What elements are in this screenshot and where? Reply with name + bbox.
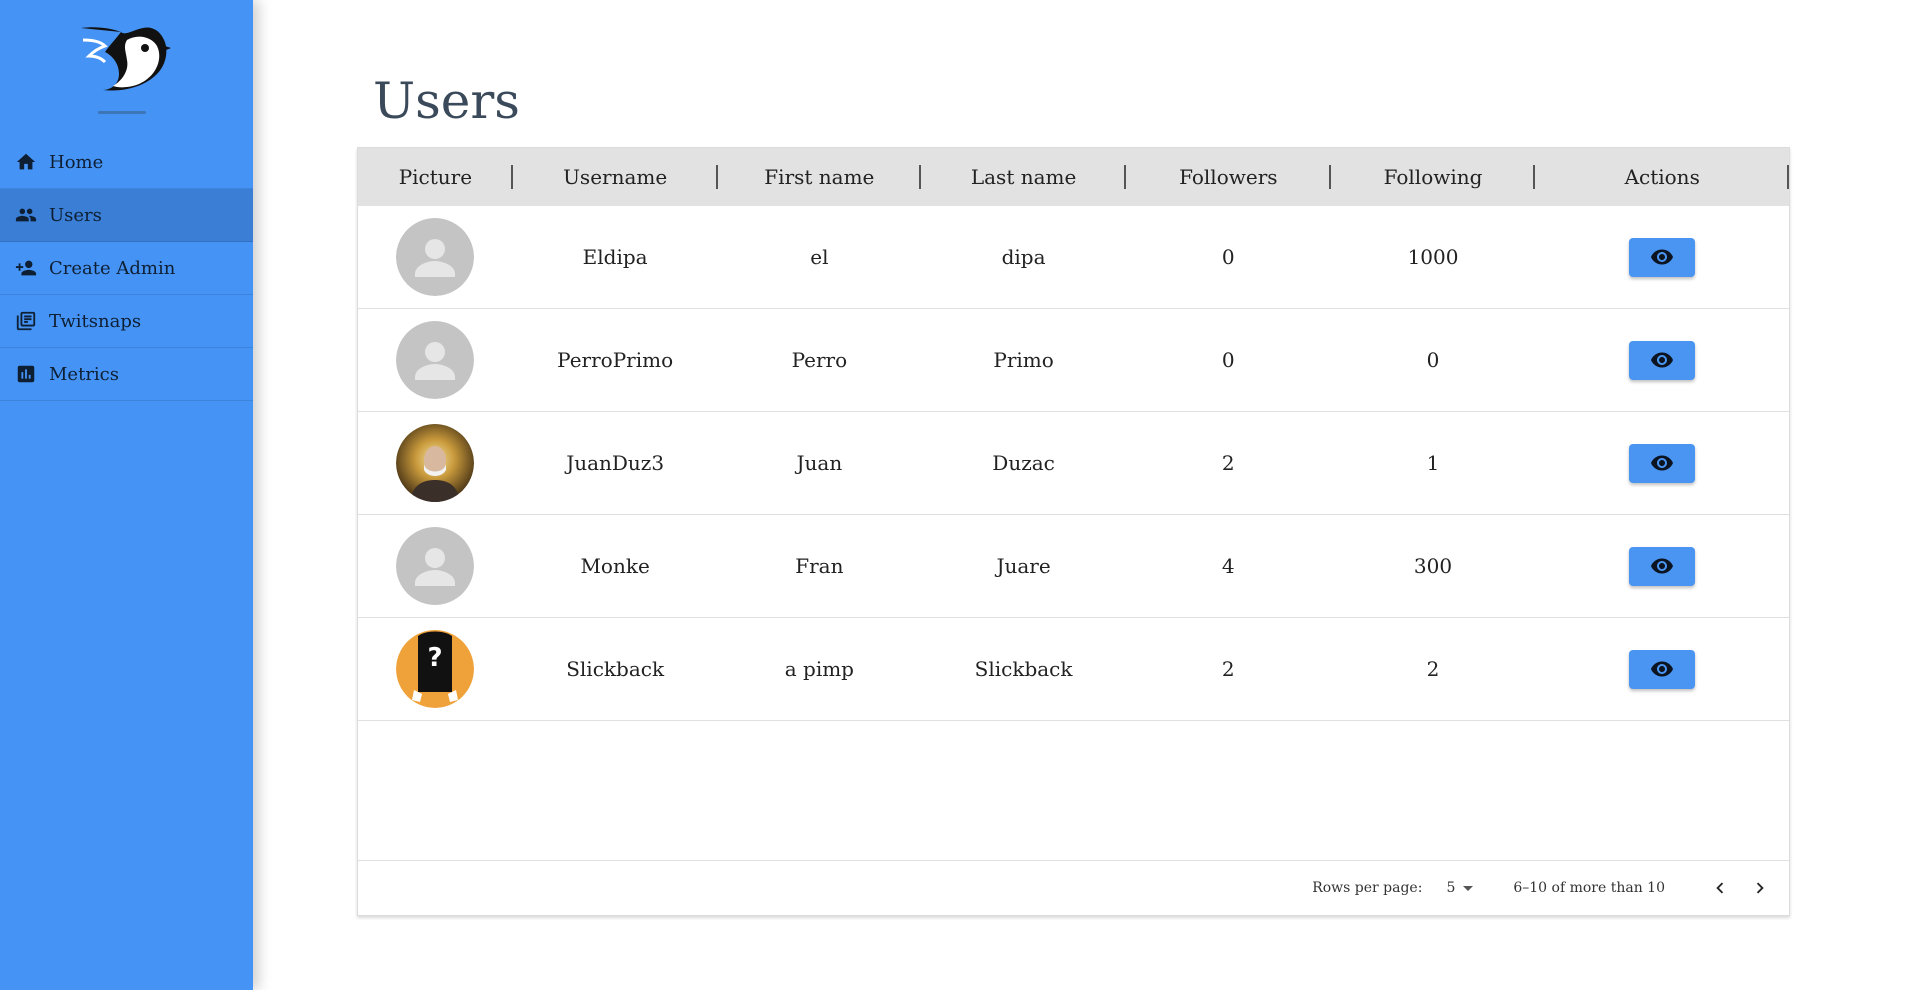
photo-avatar-icon	[396, 424, 475, 502]
followers-cell: 0	[1221, 348, 1235, 372]
first-name-cell: Perro	[791, 348, 848, 372]
first-name-cell: Juan	[796, 451, 843, 475]
first-name-cell: Fran	[795, 554, 844, 578]
rows-per-page-select[interactable]: 5	[1446, 880, 1474, 896]
sidebar-item-label: Twitsnaps	[49, 310, 142, 332]
pagination-range: 6–10 of more than 10	[1513, 880, 1665, 896]
rows-per-page-value: 5	[1446, 880, 1456, 896]
view-user-button[interactable]	[1629, 340, 1696, 380]
column-separator[interactable]	[1787, 165, 1790, 189]
sidebar-item-label: Home	[49, 151, 104, 173]
previous-page-button[interactable]	[1705, 873, 1735, 903]
default-avatar-icon	[396, 527, 475, 605]
following-cell: 0	[1426, 348, 1440, 372]
users-table: Picture Username First name Last name Fo…	[357, 147, 1790, 916]
default-avatar-icon	[396, 321, 475, 399]
page-title: Users	[373, 72, 520, 130]
next-page-button[interactable]	[1745, 873, 1775, 903]
dropdown-caret-icon	[1463, 885, 1474, 891]
column-header-following[interactable]: Following	[1331, 148, 1536, 206]
column-header-first-name[interactable]: First name	[718, 148, 922, 206]
column-header-actions[interactable]: Actions	[1535, 148, 1790, 206]
username-cell: PerroPrimo	[557, 348, 674, 372]
view-user-button[interactable]	[1629, 649, 1696, 689]
users-icon	[15, 204, 37, 226]
rows-per-page-label: Rows per page:	[1312, 880, 1423, 896]
following-cell: 300	[1413, 554, 1453, 578]
eye-icon	[1651, 661, 1674, 677]
home-icon	[15, 151, 37, 173]
svg-text:?: ?	[428, 643, 443, 673]
table-row[interactable]: JuanDuz3 Juan Duzac 2 1	[358, 412, 1789, 515]
view-user-button[interactable]	[1629, 546, 1696, 586]
twitsnaps-icon	[15, 310, 37, 332]
followers-cell: 2	[1221, 451, 1235, 475]
sidebar-item-create-admin[interactable]: Create Admin	[0, 242, 253, 295]
chevron-right-icon	[1756, 882, 1764, 894]
first-name-cell: a pimp	[784, 657, 854, 681]
following-cell: 2	[1426, 657, 1440, 681]
table-row[interactable]: Eldipa el dipa 0 1000	[358, 206, 1789, 309]
last-name-cell: Primo	[993, 348, 1054, 372]
sidebar-item-label: Users	[49, 204, 102, 226]
sidebar-item-label: Metrics	[49, 363, 119, 385]
sidebar-item-users[interactable]: Users	[0, 189, 253, 242]
following-cell: 1000	[1407, 245, 1459, 269]
eye-icon	[1651, 352, 1674, 368]
table-row[interactable]: PerroPrimo Perro Primo 0 0	[358, 309, 1789, 412]
sidebar-item-twitsnaps[interactable]: Twitsnaps	[0, 295, 253, 348]
eye-icon	[1651, 249, 1674, 265]
column-header-username[interactable]: Username	[513, 148, 718, 206]
eye-icon	[1651, 455, 1674, 471]
bird-logo-icon[interactable]	[75, 18, 173, 94]
followers-cell: 4	[1221, 554, 1235, 578]
view-user-button[interactable]	[1629, 443, 1696, 483]
last-name-cell: dipa	[1001, 245, 1046, 269]
first-name-cell: el	[810, 245, 829, 269]
logo-divider	[98, 111, 146, 114]
bar-chart-icon	[15, 363, 37, 385]
column-header-followers[interactable]: Followers	[1126, 148, 1331, 206]
last-name-cell: Juare	[996, 554, 1051, 578]
column-header-last-name[interactable]: Last name	[921, 148, 1126, 206]
sidebar-item-label: Create Admin	[49, 257, 176, 279]
table-pagination: Rows per page: 5 6–10 of more than 10	[358, 860, 1789, 915]
followers-cell: 0	[1221, 245, 1235, 269]
table-row[interactable]: Monke Fran Juare 4 300	[358, 515, 1789, 618]
sidebar-item-metrics[interactable]: Metrics	[0, 348, 253, 401]
table-row[interactable]: ? Slickback a pimp Slickback 2 2	[358, 618, 1789, 721]
last-name-cell: Duzac	[992, 451, 1055, 475]
view-user-button[interactable]	[1629, 237, 1696, 277]
eye-icon	[1651, 558, 1674, 574]
mystery-avatar-icon: ?	[396, 630, 475, 708]
username-cell: JuanDuz3	[566, 451, 665, 475]
followers-cell: 2	[1221, 657, 1235, 681]
following-cell: 1	[1426, 451, 1440, 475]
username-cell: Monke	[580, 554, 650, 578]
username-cell: Eldipa	[582, 245, 648, 269]
username-cell: Slickback	[566, 657, 665, 681]
sidebar: Home Users Create Admin Twitsnaps Metric…	[0, 0, 253, 990]
chevron-left-icon	[1716, 882, 1724, 894]
sidebar-nav: Home Users Create Admin Twitsnaps Metric…	[0, 136, 253, 401]
column-header-picture[interactable]: Picture	[358, 148, 513, 206]
last-name-cell: Slickback	[974, 657, 1073, 681]
add-user-icon	[15, 257, 37, 279]
table-header: Picture Username First name Last name Fo…	[358, 148, 1790, 206]
default-avatar-icon	[396, 218, 475, 296]
sidebar-item-home[interactable]: Home	[0, 136, 253, 189]
